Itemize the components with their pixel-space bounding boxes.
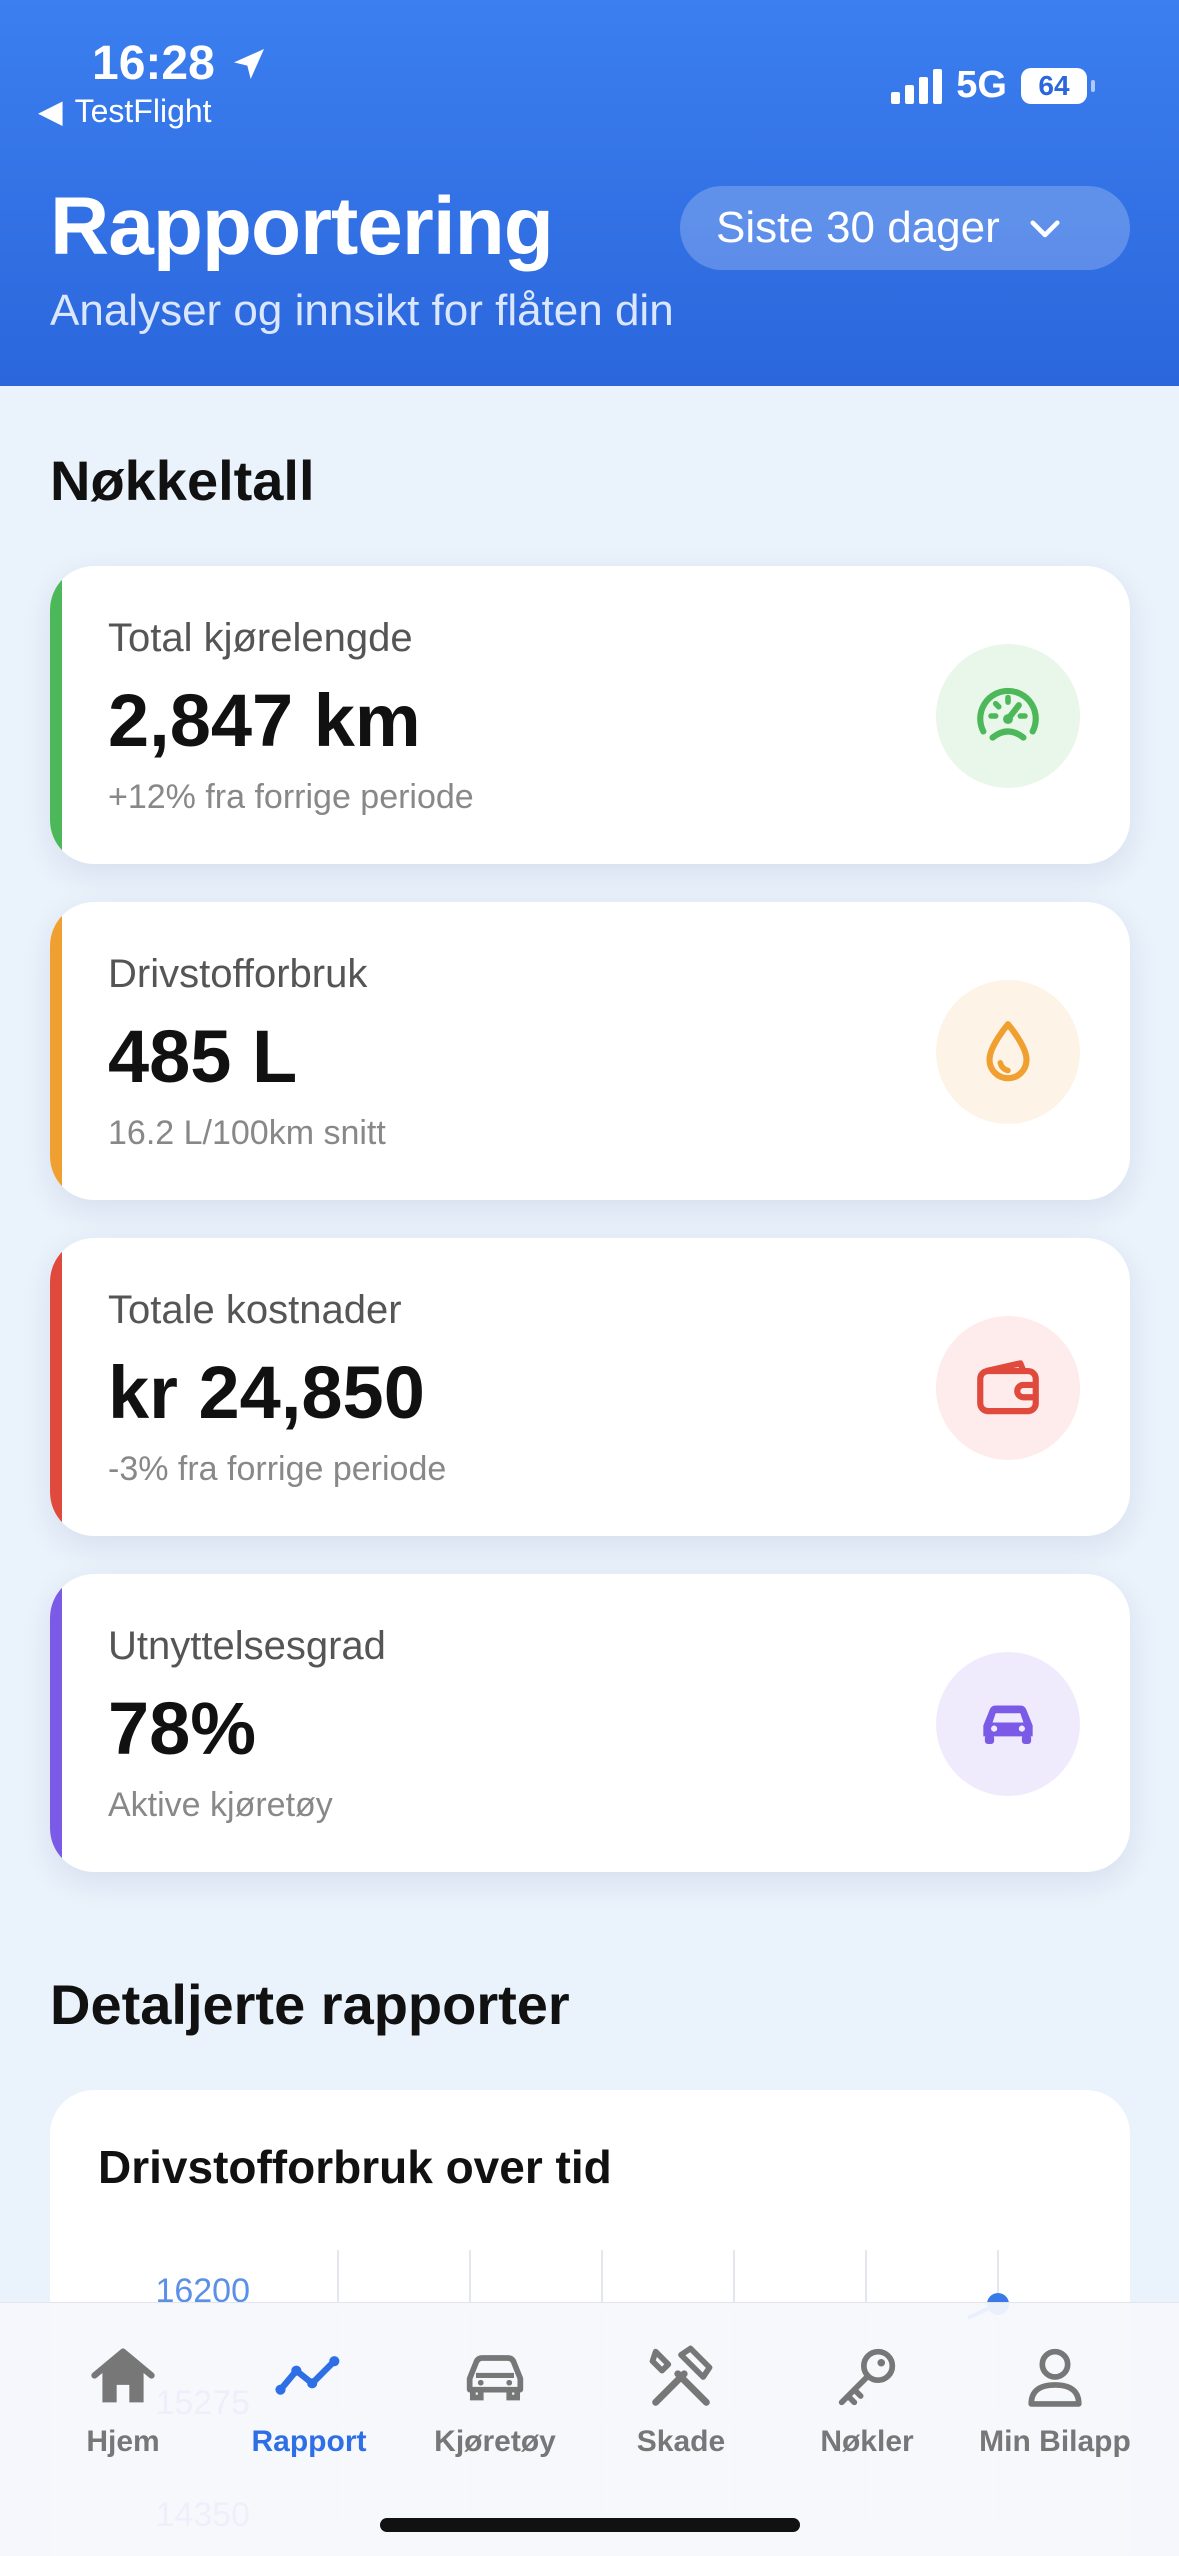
kpi-note: 16.2 L/100km snitt (108, 1114, 386, 1152)
kpi-label: Total kjørelengde (108, 616, 413, 660)
key-figures-heading: Nøkkeltall (50, 449, 315, 512)
battery-level: 64 (1038, 69, 1070, 101)
signal-icon (891, 68, 943, 104)
kpi-note: +12% fra forrige periode (108, 778, 474, 816)
accent-bar (50, 902, 62, 1200)
kpi-value: 2,847 km (108, 679, 421, 762)
tab-profile[interactable]: Min Bilapp (962, 2339, 1148, 2459)
battery-icon: 64 (1021, 67, 1095, 104)
accent-bar (50, 566, 62, 864)
person-icon (1028, 2348, 1082, 2407)
tab-label: Kjøretøy (434, 2425, 556, 2458)
car-icon (936, 1652, 1080, 1796)
kpi-label: Drivstofforbruk (108, 952, 368, 996)
kpi-note: Aktive kjøretøy (108, 1786, 333, 1824)
speedometer-icon (936, 644, 1080, 788)
tab-damage[interactable]: Skade (588, 2339, 774, 2459)
network-label: 5G (956, 64, 1007, 106)
car-icon (466, 2355, 524, 2401)
kpi-card-fuel[interactable]: Drivstofforbruk 485 L 16.2 L/100km snitt (50, 902, 1130, 1200)
detailed-reports-heading: Detaljerte rapporter (50, 1973, 570, 2036)
key-icon (838, 2348, 896, 2406)
back-to-app[interactable]: ◀ TestFlight (38, 92, 212, 130)
tab-label: Nøkler (820, 2425, 914, 2458)
kpi-label: Utnyttelsesgrad (108, 1624, 386, 1668)
kpi-card-costs[interactable]: Totale kostnader kr 24,850 -3% fra forri… (50, 1238, 1130, 1536)
tab-report[interactable]: Rapport (216, 2339, 402, 2459)
status-time: 16:28 (92, 36, 269, 91)
period-dropdown[interactable]: Siste 30 dager (680, 186, 1130, 270)
page-title: Rapportering (50, 181, 554, 272)
chevron-down-icon (1030, 220, 1060, 238)
tools-icon (649, 2345, 713, 2406)
kpi-value: 78% (108, 1687, 257, 1770)
page-subtitle: Analyser og innsikt for flåten din (50, 286, 674, 335)
kpi-card-distance[interactable]: Total kjørelengde 2,847 km +12% fra forr… (50, 566, 1130, 864)
kpi-value: kr 24,850 (108, 1351, 425, 1434)
tab-label: Min Bilapp (979, 2425, 1131, 2458)
app-header: 16:28 ◀ TestFlight 5G 64 Rapportering An… (0, 0, 1179, 386)
home-icon (91, 2348, 155, 2403)
accent-bar (50, 1574, 62, 1872)
tab-home[interactable]: Hjem (30, 2339, 216, 2459)
status-indicators: 5G 64 (891, 64, 1095, 107)
kpi-value: 485 L (108, 1015, 298, 1098)
fuel-drop-icon (936, 980, 1080, 1124)
kpi-card-utilization[interactable]: Utnyttelsesgrad 78% Aktive kjøretøy (50, 1574, 1130, 1872)
tab-label: Skade (636, 2425, 726, 2458)
status-time-text: 16:28 (92, 37, 215, 90)
tab-label: Hjem (86, 2425, 160, 2458)
accent-bar (50, 1238, 62, 1536)
tab-vehicles[interactable]: Kjøretøy (402, 2339, 588, 2459)
kpi-label: Totale kostnader (108, 1288, 402, 1332)
home-indicator (380, 2518, 800, 2532)
chart-line-icon (275, 2356, 340, 2395)
back-app-label: TestFlight (74, 92, 212, 129)
chart-title: Drivstofforbruk over tid (98, 2141, 612, 2193)
wallet-icon (936, 1316, 1080, 1460)
period-label: Siste 30 dager (716, 203, 1000, 252)
tab-keys[interactable]: Nøkler (774, 2339, 960, 2459)
tab-label: Rapport (251, 2425, 367, 2458)
back-triangle-icon: ◀ (38, 93, 63, 129)
location-arrow-icon (233, 48, 264, 79)
kpi-note: -3% fra forrige periode (108, 1450, 447, 1488)
